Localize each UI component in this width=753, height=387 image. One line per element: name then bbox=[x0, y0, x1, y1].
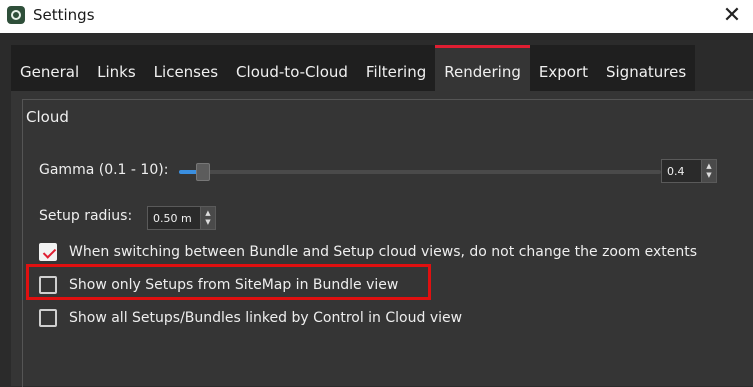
tab-bar: General Links Licenses Cloud-to-Cloud Fi… bbox=[0, 33, 753, 91]
gamma-slider-handle[interactable] bbox=[195, 163, 210, 181]
tab-general[interactable]: General bbox=[11, 45, 88, 91]
gamma-spinbox[interactable]: 0.4 ▲ ▼ bbox=[661, 159, 717, 183]
setup-radius-spinbox[interactable]: 0.50 m ▲ ▼ bbox=[147, 206, 216, 230]
checkbox-control-links[interactable] bbox=[39, 309, 57, 327]
option-zoom-extents-label: When switching between Bundle and Setup … bbox=[69, 244, 698, 260]
window-title: Settings bbox=[33, 6, 95, 24]
checkbox-zoom-extents[interactable] bbox=[39, 243, 57, 261]
gamma-label-text: Gamma (0.1 - 10): bbox=[39, 162, 169, 178]
spin-arrows-icon[interactable]: ▲ ▼ bbox=[200, 207, 215, 229]
tab-links[interactable]: Links bbox=[88, 45, 145, 91]
gamma-value: 0.4 bbox=[667, 164, 685, 178]
tab-strip: General Links Licenses Cloud-to-Cloud Fi… bbox=[11, 45, 696, 91]
title-bar: Settings ✕ bbox=[0, 0, 753, 33]
tab-cloud-to-cloud[interactable]: Cloud-to-Cloud bbox=[227, 45, 357, 91]
tab-rendering[interactable]: Rendering bbox=[435, 45, 530, 91]
option-zoom-extents[interactable]: When switching between Bundle and Setup … bbox=[39, 243, 697, 261]
spin-arrows-icon[interactable]: ▲ ▼ bbox=[701, 160, 716, 182]
setup-radius-label: Setup radius: bbox=[39, 208, 132, 224]
rendering-panel: Cloud bbox=[11, 91, 753, 387]
tab-export[interactable]: Export bbox=[530, 45, 597, 91]
tab-licenses[interactable]: Licenses bbox=[145, 45, 227, 91]
setup-radius-label-text: Setup radius: bbox=[39, 208, 133, 224]
gamma-slider-track[interactable] bbox=[179, 170, 661, 174]
tab-signatures[interactable]: Signatures bbox=[597, 45, 695, 91]
highlight-box bbox=[26, 264, 431, 300]
option-control-links-label: Show all Setups/Bundles linked by Contro… bbox=[69, 310, 463, 326]
close-icon[interactable]: ✕ bbox=[719, 3, 745, 29]
tab-filtering[interactable]: Filtering bbox=[357, 45, 435, 91]
gamma-label: Gamma (0.1 - 10): bbox=[39, 162, 168, 178]
setup-radius-value: 0.50 m bbox=[153, 211, 192, 225]
settings-app-icon bbox=[7, 6, 25, 24]
group-title: Cloud bbox=[26, 108, 69, 126]
option-control-links[interactable]: Show all Setups/Bundles linked by Contro… bbox=[39, 309, 462, 327]
